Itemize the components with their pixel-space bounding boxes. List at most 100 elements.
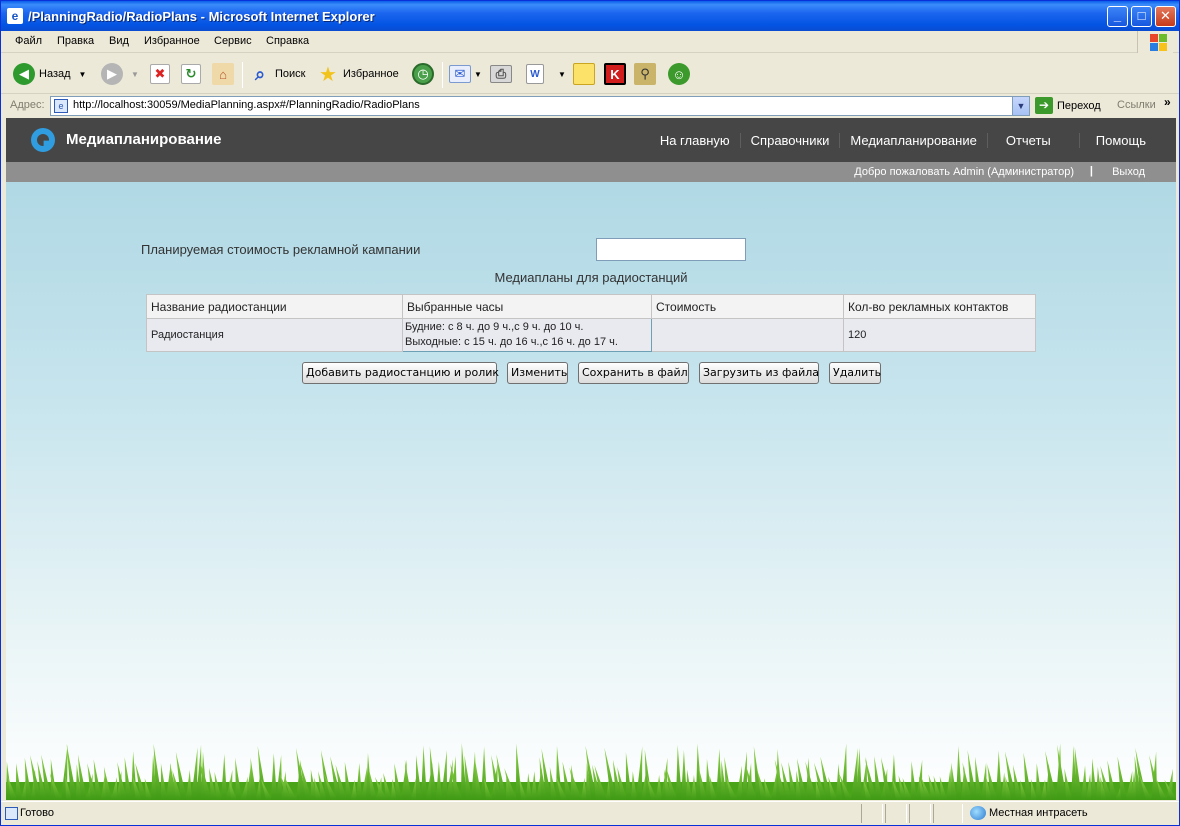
go-label: Переход bbox=[1057, 99, 1101, 112]
page-viewport: Медиапланирование На главную Справочники… bbox=[6, 118, 1176, 800]
forward-button[interactable]: ▶ ▼ bbox=[101, 62, 139, 86]
kaspersky-button[interactable]: K bbox=[604, 62, 626, 86]
site-logo-icon bbox=[31, 128, 55, 152]
address-label: Адрес: bbox=[10, 99, 45, 111]
column-header-station: Название радиостанции bbox=[146, 294, 403, 319]
user-bar: Добро пожаловать Admin (Администратор) |… bbox=[6, 162, 1176, 182]
search-label: Поиск bbox=[275, 68, 306, 80]
address-input[interactable]: e http://localhost:30059/MediaPlanning.a… bbox=[50, 96, 1030, 116]
add-station-button[interactable]: Добавить радиостанцию и ролик bbox=[302, 362, 499, 384]
refresh-button[interactable]: ↻ bbox=[181, 62, 201, 86]
table-header-row: Название радиостанции Выбранные часы Сто… bbox=[146, 294, 1036, 319]
load-from-file-button[interactable]: Загрузить из файла bbox=[699, 362, 819, 384]
menu-tools[interactable]: Сервис bbox=[214, 35, 252, 47]
nav-help[interactable]: Помощь bbox=[1078, 132, 1156, 148]
search-button[interactable]: ⌕ Поиск bbox=[249, 62, 306, 86]
menu-view[interactable]: Вид bbox=[109, 35, 129, 47]
windows-logo-icon bbox=[1137, 31, 1173, 53]
zone-text: Местная интрасеть bbox=[989, 807, 1088, 819]
nav-home[interactable]: На главную bbox=[650, 133, 740, 148]
browser-window: e /PlanningRadio/RadioPlans - Microsoft … bbox=[0, 0, 1180, 826]
forward-dropdown-icon[interactable]: ▼ bbox=[131, 70, 139, 79]
cell-hours[interactable]: Будние: с 8 ч. до 9 ч.,с 9 ч. до 10 ч. В… bbox=[402, 318, 652, 352]
radio-plans-table: Название радиостанции Выбранные часы Сто… bbox=[146, 294, 1036, 352]
search-icon: ⌕ bbox=[254, 63, 266, 84]
refresh-icon: ↻ bbox=[181, 64, 201, 84]
campaign-cost-label: Планируемая стоимость рекламной кампании bbox=[141, 242, 421, 257]
menu-help[interactable]: Справка bbox=[266, 35, 309, 47]
favorites-button[interactable]: ★ Избранное bbox=[317, 62, 399, 86]
cell-cost[interactable] bbox=[651, 318, 844, 352]
main-nav: На главную Справочники Медиапланирование… bbox=[650, 118, 1156, 162]
edit-button[interactable]: Изменить bbox=[507, 362, 568, 384]
title-bar[interactable]: e /PlanningRadio/RadioPlans - Microsoft … bbox=[1, 1, 1179, 31]
menu-file[interactable]: Файл bbox=[15, 35, 42, 47]
site-title: Медиапланирование bbox=[66, 131, 222, 148]
mail-dropdown-icon[interactable]: ▼ bbox=[474, 70, 482, 79]
cell-station[interactable]: Радиостанция bbox=[146, 318, 403, 352]
cell-contacts[interactable]: 120 bbox=[843, 318, 1036, 352]
nav-reports[interactable]: Отчеты bbox=[986, 132, 1079, 148]
back-button[interactable]: ◀ Назад ▼ bbox=[13, 62, 86, 86]
mail-icon: ✉ bbox=[449, 65, 471, 83]
go-button[interactable]: ➔ Переход bbox=[1035, 97, 1101, 114]
status-bar: Готово Местная интрасеть bbox=[1, 801, 1179, 825]
campaign-cost-input[interactable] bbox=[596, 238, 746, 261]
back-dropdown-icon[interactable]: ▼ bbox=[79, 70, 87, 79]
edit-dropdown-icon[interactable]: ▼ bbox=[558, 70, 566, 79]
save-to-file-button[interactable]: Сохранить в файл bbox=[578, 362, 689, 384]
favorites-star-icon: ★ bbox=[319, 63, 337, 86]
word-icon: W bbox=[526, 64, 544, 84]
home-icon: ⌂ bbox=[212, 63, 234, 85]
kaspersky-icon: K bbox=[604, 63, 626, 85]
close-button[interactable]: ✕ bbox=[1155, 6, 1176, 27]
back-label: Назад bbox=[39, 68, 71, 80]
stop-button[interactable]: ✖ bbox=[150, 62, 170, 86]
toolbar: ◀ Назад ▼ ▶ ▼ ✖ ↻ ⌂ ⌕ Поиск ★ Избранное … bbox=[1, 54, 1179, 94]
minimize-button[interactable]: _ bbox=[1107, 6, 1128, 27]
address-dropdown-icon[interactable]: ▼ bbox=[1012, 97, 1029, 115]
mail-button[interactable]: ✉ ▼ bbox=[449, 62, 482, 86]
site-header: Медиапланирование На главную Справочники… bbox=[6, 118, 1176, 162]
hours-weekdays: Будние: с 8 ч. до 9 ч.,с 9 ч. до 10 ч. bbox=[405, 321, 584, 333]
history-button[interactable]: ◷ bbox=[412, 62, 434, 86]
window-title: /PlanningRadio/RadioPlans - Microsoft In… bbox=[28, 9, 375, 24]
print-button[interactable]: ⎙ bbox=[490, 62, 512, 86]
hours-weekends: Выходные: с 15 ч. до 16 ч.,с 16 ч. до 17… bbox=[405, 336, 618, 348]
column-header-cost: Стоимость bbox=[651, 294, 844, 319]
column-header-hours: Выбранные часы bbox=[402, 294, 652, 319]
home-button[interactable]: ⌂ bbox=[212, 62, 234, 86]
user-bar-separator: | bbox=[1089, 165, 1093, 177]
menu-favorites[interactable]: Избранное bbox=[144, 35, 200, 47]
messenger-icon: ☺ bbox=[668, 63, 690, 85]
table-row[interactable]: Радиостанция Будние: с 8 ч. до 9 ч.,с 9 … bbox=[146, 318, 1036, 352]
menu-bar: Файл Правка Вид Избранное Сервис Справка bbox=[1, 31, 1179, 53]
delete-button[interactable]: Удалить bbox=[829, 362, 881, 384]
nav-media-planning[interactable]: Медиапланирование bbox=[839, 132, 986, 148]
note-icon bbox=[573, 63, 595, 85]
links-more-icon[interactable]: » bbox=[1164, 95, 1171, 109]
forward-arrow-icon: ▶ bbox=[101, 63, 123, 85]
intranet-zone-icon bbox=[970, 806, 986, 820]
favorites-label: Избранное bbox=[343, 68, 399, 80]
page-status-icon bbox=[5, 807, 18, 820]
radio-plans-caption: Медиапланы для радиостанций bbox=[494, 270, 688, 285]
logout-link[interactable]: Выход bbox=[1112, 166, 1145, 178]
edit-button[interactable]: W ▼ bbox=[526, 62, 566, 86]
history-icon: ◷ bbox=[412, 63, 434, 85]
address-url: http://localhost:30059/MediaPlanning.asp… bbox=[73, 99, 420, 111]
print-icon: ⎙ bbox=[490, 65, 512, 83]
grass-decoration bbox=[6, 743, 1176, 800]
nav-directories[interactable]: Справочники bbox=[739, 132, 840, 148]
status-text: Готово bbox=[20, 807, 54, 819]
notes-button[interactable] bbox=[573, 62, 595, 86]
ie-page-icon: e bbox=[7, 8, 23, 24]
messenger-button[interactable]: ☺ bbox=[668, 62, 690, 86]
go-arrow-icon: ➔ bbox=[1035, 97, 1053, 114]
menu-edit[interactable]: Правка bbox=[57, 35, 94, 47]
links-label[interactable]: Ссылки bbox=[1117, 99, 1156, 111]
maximize-button[interactable]: □ bbox=[1131, 6, 1152, 27]
research-button[interactable]: ⚲ bbox=[634, 62, 656, 86]
research-icon: ⚲ bbox=[634, 63, 656, 85]
back-arrow-icon: ◀ bbox=[13, 63, 35, 85]
